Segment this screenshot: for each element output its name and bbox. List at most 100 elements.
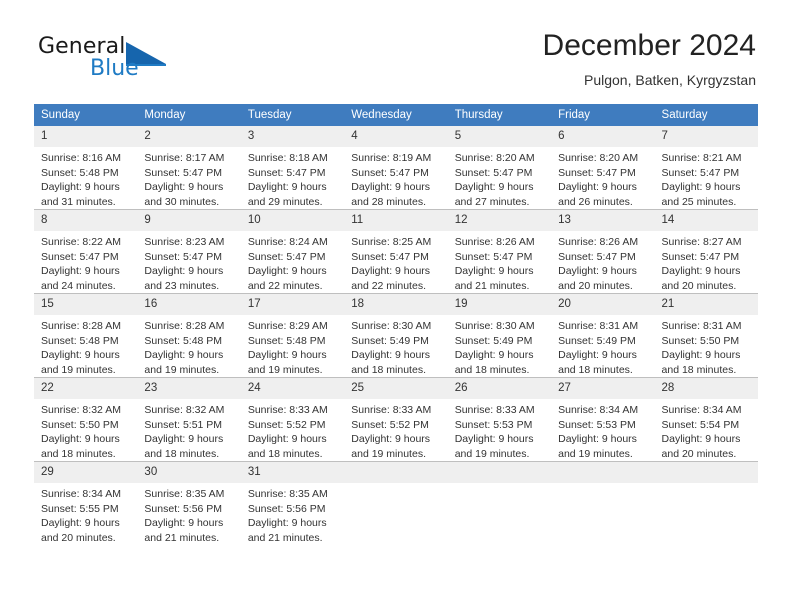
day-detail-line: Daylight: 9 hours bbox=[41, 433, 120, 445]
day-detail-line: Daylight: 9 hours bbox=[661, 265, 741, 277]
calendar-day-cell[interactable]: 31 Sunrise: 8:35 AM Sunset: 5:56 PM Dayligh… bbox=[240, 461, 345, 545]
page-subtitle: Pulgon, Batken, Kyrgyzstan bbox=[584, 72, 756, 88]
calendar-day-cell[interactable]: 7 Sunrise: 8:21 AM Sunset: 5:47 PM Daylight… bbox=[654, 126, 758, 210]
day-details: Sunrise: 8:25 AM Sunset: 5:47 PM Daylight:… bbox=[344, 231, 447, 293]
day-detail-line: Sunset: 5:56 PM bbox=[247, 502, 326, 515]
calendar-week-row: 8 Sunrise: 8:22 AM Sunset: 5:47 PM Daylight… bbox=[34, 209, 758, 294]
calendar-empty-cell bbox=[551, 461, 655, 545]
calendar-day-cell[interactable]: 1 Sunrise: 8:16 AM Sunset: 5:48 PM Daylight… bbox=[34, 126, 138, 210]
day-detail-line: and 31 minutes. bbox=[41, 195, 116, 208]
day-detail-line: Sunset: 5:50 PM bbox=[661, 334, 740, 347]
day-detail-line: and 19 minutes. bbox=[558, 447, 633, 460]
day-number bbox=[344, 462, 448, 483]
page-title: December 2024 bbox=[542, 29, 756, 62]
day-detail-line: Sunset: 5:52 PM bbox=[351, 418, 429, 431]
calendar-empty-cell bbox=[654, 461, 758, 545]
day-details: Sunrise: 8:26 AM Sunset: 5:47 PM Daylight:… bbox=[551, 231, 654, 293]
day-detail-line: and 19 minutes. bbox=[144, 363, 220, 376]
calendar-day-cell[interactable]: 30 Sunrise: 8:35 AM Sunset: 5:56 PM Dayligh… bbox=[137, 461, 241, 545]
day-detail-line: Sunrise: 8:33 AM bbox=[351, 404, 432, 416]
day-details: Sunrise: 8:16 AM Sunset: 5:48 PM Daylight:… bbox=[34, 147, 137, 209]
calendar-empty-cell bbox=[447, 461, 552, 545]
day-number: 14 bbox=[654, 210, 758, 231]
day-detail-line: Sunrise: 8:29 AM bbox=[247, 320, 328, 332]
calendar-day-cell[interactable]: 16 Sunrise: 8:28 AM Sunset: 5:48 PM Dayligh… bbox=[137, 293, 241, 378]
day-details: Sunrise: 8:20 AM Sunset: 5:47 PM Daylight:… bbox=[448, 147, 551, 209]
calendar-day-cell[interactable]: 22 Sunrise: 8:32 AM Sunset: 5:50 PM Dayligh… bbox=[34, 377, 138, 462]
calendar-day-cell[interactable]: 24 Sunrise: 8:33 AM Sunset: 5:52 PM Dayligh… bbox=[240, 377, 345, 462]
day-details bbox=[344, 483, 447, 545]
calendar-day-cell[interactable]: 28 Sunrise: 8:34 AM Sunset: 5:54 PM Dayligh… bbox=[654, 377, 758, 462]
day-details: Sunrise: 8:35 AM Sunset: 5:56 PM Daylight:… bbox=[137, 483, 240, 545]
day-number: 4 bbox=[344, 126, 448, 147]
calendar-day-cell[interactable]: 17 Sunrise: 8:29 AM Sunset: 5:48 PM Dayligh… bbox=[240, 293, 345, 378]
day-detail-line: Sunset: 5:47 PM bbox=[247, 166, 326, 179]
day-detail-line: Daylight: 9 hours bbox=[661, 181, 741, 193]
day-detail-line: Daylight: 9 hours bbox=[247, 349, 327, 361]
calendar-day-cell[interactable]: 10 Sunrise: 8:24 AM Sunset: 5:47 PM Dayligh… bbox=[240, 209, 345, 294]
calendar-day-cell[interactable]: 23 Sunrise: 8:32 AM Sunset: 5:51 PM Dayligh… bbox=[137, 377, 241, 462]
day-number: 3 bbox=[240, 126, 345, 147]
day-detail-line: Daylight: 9 hours bbox=[661, 349, 741, 361]
day-details: Sunrise: 8:28 AM Sunset: 5:48 PM Daylight:… bbox=[137, 315, 240, 377]
calendar-day-cell[interactable]: 12 Sunrise: 8:26 AM Sunset: 5:47 PM Dayligh… bbox=[447, 209, 552, 294]
day-number: 18 bbox=[344, 294, 448, 315]
day-number: 17 bbox=[240, 294, 345, 315]
calendar-day-cell[interactable]: 25 Sunrise: 8:33 AM Sunset: 5:52 PM Dayligh… bbox=[344, 377, 448, 462]
day-details: Sunrise: 8:27 AM Sunset: 5:47 PM Daylight:… bbox=[655, 231, 758, 293]
day-detail-line: Daylight: 9 hours bbox=[351, 433, 431, 445]
calendar-day-cell[interactable]: 4 Sunrise: 8:19 AM Sunset: 5:47 PM Daylight… bbox=[344, 126, 448, 210]
calendar-day-cell[interactable]: 6 Sunrise: 8:20 AM Sunset: 5:47 PM Daylight… bbox=[551, 126, 655, 210]
calendar-day-cell[interactable]: 21 Sunrise: 8:31 AM Sunset: 5:50 PM Dayligh… bbox=[654, 293, 758, 378]
calendar-day-cell[interactable]: 13 Sunrise: 8:26 AM Sunset: 5:47 PM Dayligh… bbox=[551, 209, 655, 294]
calendar-day-cell[interactable]: 14 Sunrise: 8:27 AM Sunset: 5:47 PM Dayligh… bbox=[654, 209, 758, 294]
day-detail-line: Daylight: 9 hours bbox=[351, 349, 431, 361]
calendar-day-cell[interactable]: 18 Sunrise: 8:30 AM Sunset: 5:49 PM Dayligh… bbox=[344, 293, 448, 378]
day-detail-line: Daylight: 9 hours bbox=[454, 349, 534, 361]
brand-name-blue: Blue bbox=[90, 56, 139, 81]
calendar-day-cell[interactable]: 20 Sunrise: 8:31 AM Sunset: 5:49 PM Dayligh… bbox=[551, 293, 655, 378]
day-detail-line: Daylight: 9 hours bbox=[558, 433, 637, 445]
weekday-header-tuesday: Tuesday bbox=[240, 104, 345, 126]
calendar-day-cell[interactable]: 5 Sunrise: 8:20 AM Sunset: 5:47 PM Daylight… bbox=[447, 126, 552, 210]
day-detail-line: Daylight: 9 hours bbox=[144, 517, 224, 529]
calendar-day-cell[interactable]: 2 Sunrise: 8:17 AM Sunset: 5:47 PM Daylight… bbox=[137, 126, 241, 210]
day-detail-line: Sunrise: 8:28 AM bbox=[41, 320, 121, 332]
day-number bbox=[551, 462, 655, 483]
calendar-day-cell[interactable]: 9 Sunrise: 8:23 AM Sunset: 5:47 PM Daylight… bbox=[137, 209, 241, 294]
calendar-day-cell[interactable]: 11 Sunrise: 8:25 AM Sunset: 5:47 PM Dayligh… bbox=[344, 209, 448, 294]
day-details: Sunrise: 8:24 AM Sunset: 5:47 PM Daylight:… bbox=[241, 231, 344, 293]
calendar-day-cell[interactable]: 29 Sunrise: 8:34 AM Sunset: 5:55 PM Dayligh… bbox=[34, 461, 138, 545]
day-detail-line: Sunrise: 8:23 AM bbox=[144, 236, 225, 248]
day-detail-line: Daylight: 9 hours bbox=[351, 181, 431, 193]
day-details: Sunrise: 8:20 AM Sunset: 5:47 PM Daylight:… bbox=[551, 147, 654, 209]
day-number: 12 bbox=[447, 210, 552, 231]
day-detail-line: Sunset: 5:51 PM bbox=[144, 418, 223, 431]
calendar-day-cell[interactable]: 27 Sunrise: 8:34 AM Sunset: 5:53 PM Dayligh… bbox=[551, 377, 655, 462]
calendar-day-cell[interactable]: 8 Sunrise: 8:22 AM Sunset: 5:47 PM Daylight… bbox=[34, 209, 138, 294]
day-details: Sunrise: 8:29 AM Sunset: 5:48 PM Daylight:… bbox=[241, 315, 344, 377]
day-detail-line: and 19 minutes. bbox=[454, 447, 530, 460]
day-number: 1 bbox=[34, 126, 138, 147]
day-details: Sunrise: 8:22 AM Sunset: 5:47 PM Daylight:… bbox=[34, 231, 137, 293]
day-detail-line: Sunset: 5:47 PM bbox=[454, 166, 533, 179]
day-detail-line: Sunrise: 8:31 AM bbox=[661, 320, 742, 332]
calendar-week-row: 15 Sunrise: 8:28 AM Sunset: 5:48 PM Dayligh… bbox=[34, 293, 758, 378]
day-number: 24 bbox=[240, 378, 345, 399]
day-detail-line: and 18 minutes. bbox=[41, 447, 116, 460]
calendar-day-cell[interactable]: 15 Sunrise: 8:28 AM Sunset: 5:48 PM Dayligh… bbox=[34, 293, 138, 378]
day-detail-line: Sunrise: 8:35 AM bbox=[144, 488, 225, 500]
calendar-day-cell[interactable]: 3 Sunrise: 8:18 AM Sunset: 5:47 PM Daylight… bbox=[240, 126, 345, 210]
day-detail-line: Sunrise: 8:18 AM bbox=[247, 152, 328, 164]
day-detail-line: Daylight: 9 hours bbox=[144, 349, 224, 361]
brand-logo[interactable]: General Blue bbox=[38, 34, 218, 90]
day-detail-line: Sunrise: 8:19 AM bbox=[351, 152, 432, 164]
day-detail-line: Daylight: 9 hours bbox=[144, 181, 224, 193]
calendar-day-cell[interactable]: 26 Sunrise: 8:33 AM Sunset: 5:53 PM Dayligh… bbox=[447, 377, 552, 462]
day-detail-line: Sunrise: 8:30 AM bbox=[454, 320, 535, 332]
day-detail-line: Sunset: 5:48 PM bbox=[247, 334, 326, 347]
day-detail-line: Daylight: 9 hours bbox=[247, 433, 327, 445]
calendar-day-cell[interactable]: 19 Sunrise: 8:30 AM Sunset: 5:49 PM Dayligh… bbox=[447, 293, 552, 378]
day-details: Sunrise: 8:30 AM Sunset: 5:49 PM Daylight:… bbox=[344, 315, 447, 377]
day-detail-line: Sunrise: 8:33 AM bbox=[247, 404, 328, 416]
